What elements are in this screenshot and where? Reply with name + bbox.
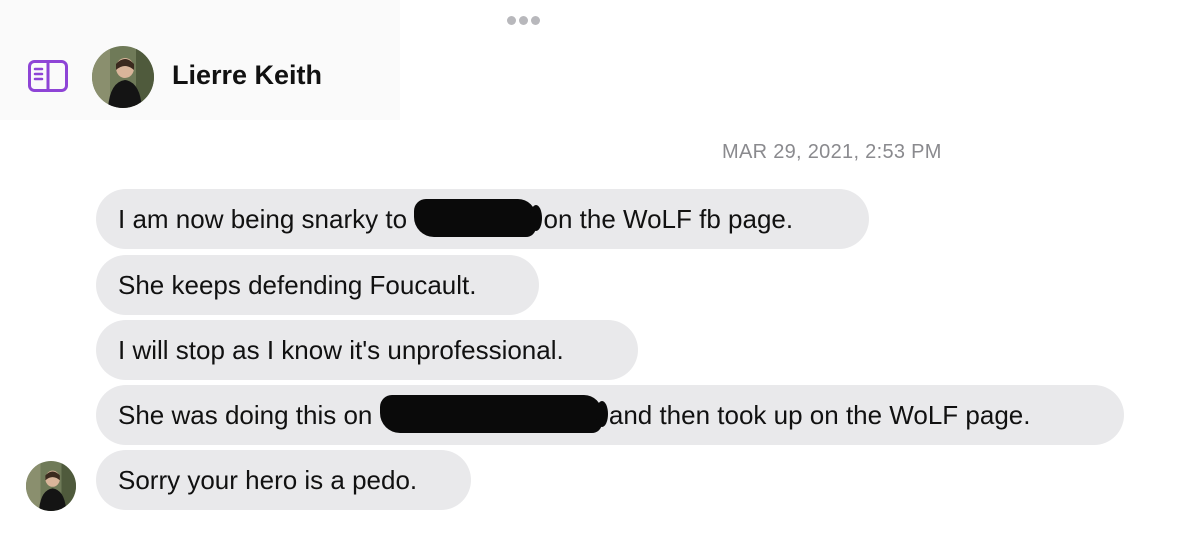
message-bubble[interactable]: I am now being snarky to on the WoLF fb … (96, 189, 869, 249)
message-text: on the WoLF fb page. (543, 204, 794, 234)
message-bubble[interactable]: Sorry your hero is a pedo. (96, 450, 471, 510)
message-bubble[interactable]: She was doing this on and then took up o… (96, 385, 1124, 445)
contact-name[interactable]: Lierre Keith (172, 60, 322, 91)
message-timestamp: MAR 29, 2021, 2:53 PM (722, 141, 942, 163)
sidebar-toggle-icon[interactable] (28, 60, 68, 92)
redaction-mark (379, 395, 608, 434)
message-bubble[interactable]: I will stop as I know it's unprofessiona… (96, 320, 638, 380)
message-text: and then took up on the WoLF page. (608, 400, 1031, 430)
chat-window: Lierre Keith MAR 29, 2021, 2:53 PM I am … (0, 0, 1200, 541)
message-text: She keeps defending Foucault. (118, 270, 477, 300)
message-text: She was doing this on (118, 400, 373, 430)
message-text: I am now being snarky to (118, 204, 408, 234)
message-bubble[interactable]: She keeps defending Foucault. (96, 255, 539, 315)
window-grabber-icon[interactable] (507, 16, 540, 25)
message-text: Sorry your hero is a pedo. (118, 465, 418, 495)
contact-avatar[interactable] (92, 46, 154, 108)
redaction-mark (414, 199, 543, 238)
sender-avatar[interactable] (26, 461, 76, 511)
message-text: I will stop as I know it's unprofessiona… (118, 335, 564, 365)
